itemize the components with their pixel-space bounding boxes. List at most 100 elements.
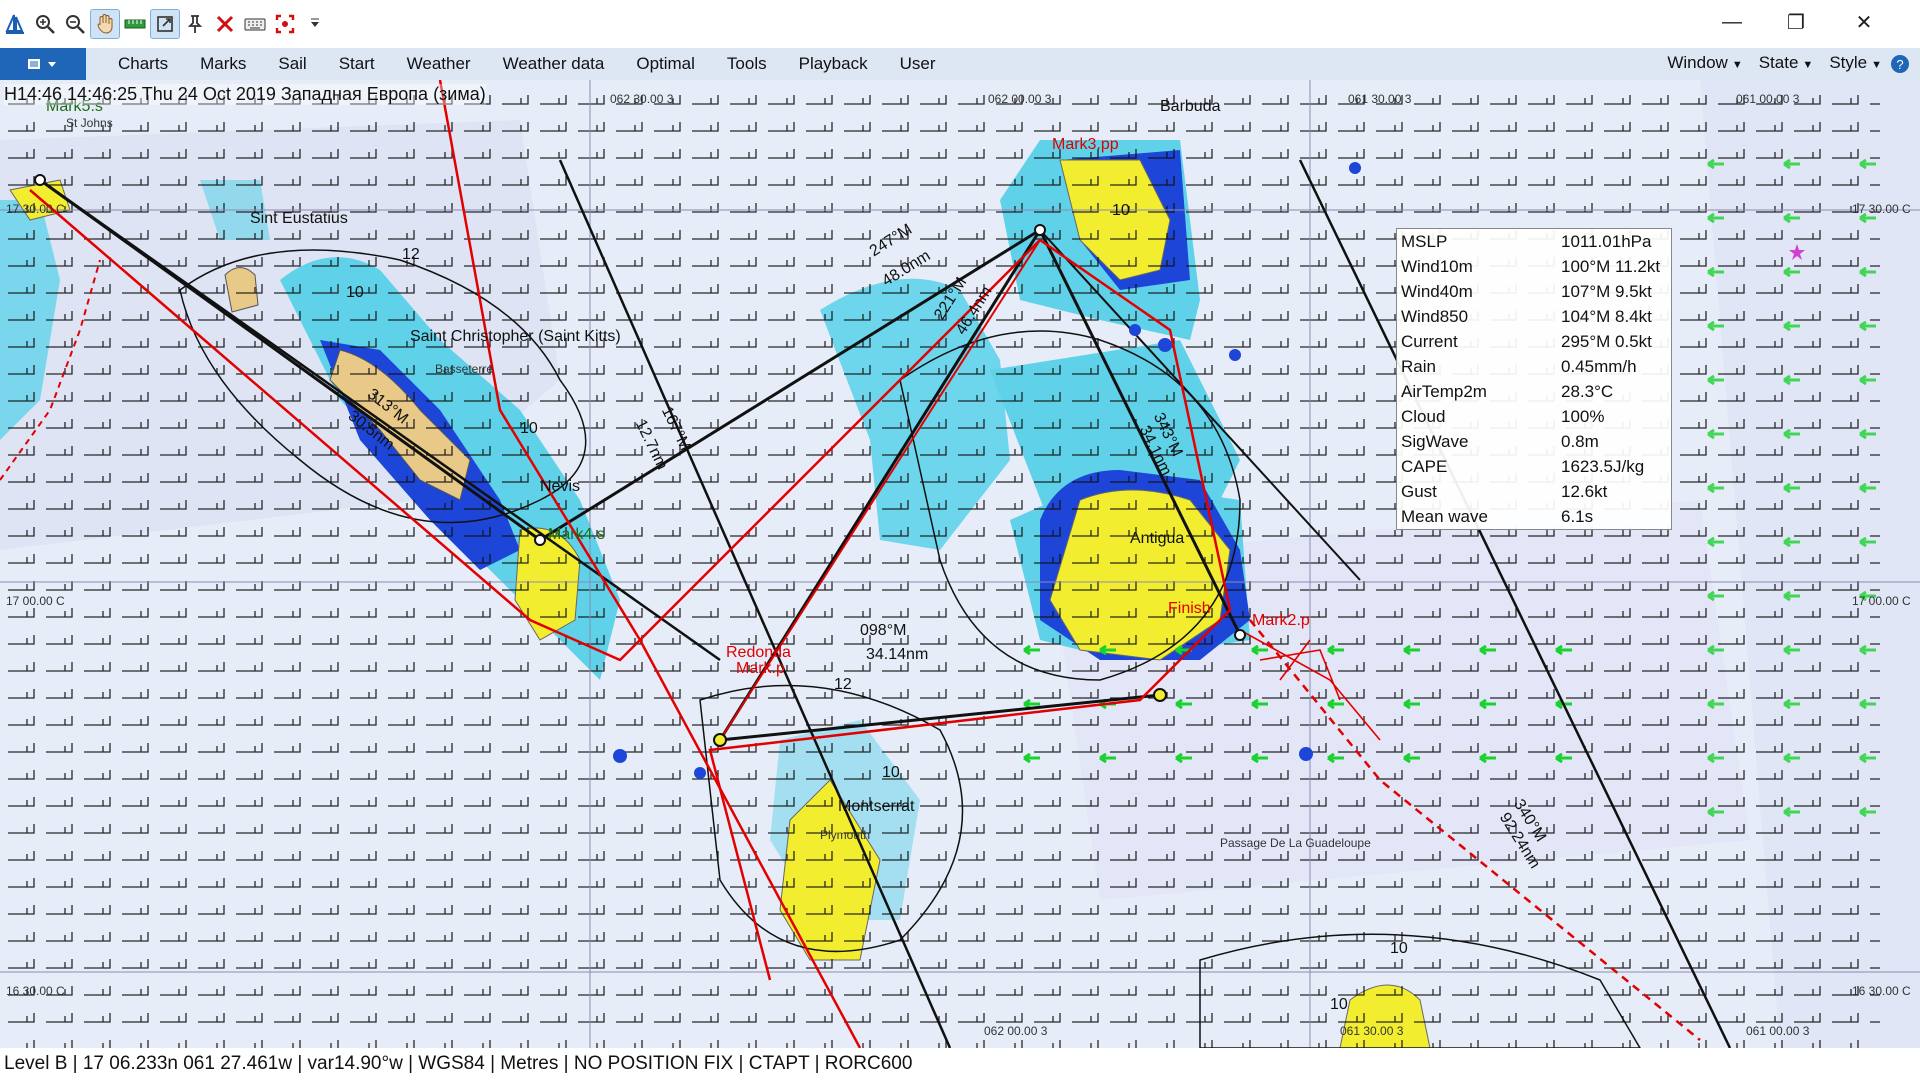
info-row: Wind850 104°M 8.4kt xyxy=(1401,306,1652,326)
current-arrows xyxy=(980,640,1580,800)
longitude-label: 062 00.00 3 xyxy=(984,1024,1048,1038)
menu-user[interactable]: User xyxy=(884,48,952,80)
info-row: Wind10m 100°M 11.2kt xyxy=(1401,256,1661,276)
mark-point-mark5[interactable] xyxy=(34,174,46,186)
basseterre-label: Basseterre xyxy=(435,362,494,376)
menu-charts[interactable]: Charts xyxy=(102,48,184,80)
isobar-label: 12 xyxy=(402,246,420,263)
close-button[interactable]: ✕ xyxy=(1840,6,1888,38)
minimize-button[interactable]: — xyxy=(1708,6,1756,38)
barbuda-label: Barbuda xyxy=(1160,98,1221,115)
nevis-label: Nevis xyxy=(540,478,581,495)
info-row: SigWave 0.8m xyxy=(1401,431,1599,451)
menu-marks[interactable]: Marks xyxy=(184,48,262,80)
mark-point-mark2[interactable] xyxy=(1234,629,1246,641)
longitude-label: 061 00.00 3 xyxy=(1746,1024,1810,1038)
app-menu-button[interactable] xyxy=(0,48,86,80)
info-row: Mean wave 6.1s xyxy=(1401,506,1594,526)
zoom-out-icon[interactable] xyxy=(61,10,89,38)
montserrat-label: Montserrat xyxy=(838,798,915,815)
info-row: AirTemp2m 28.3°C xyxy=(1401,381,1614,401)
latitude-label: 16 30.00 C xyxy=(1852,984,1911,998)
chevron-down-icon: ▼ xyxy=(1731,59,1743,71)
st-johns-label: St Johns xyxy=(66,116,113,130)
bearing-label: 098°M xyxy=(860,622,907,639)
latitude-label: 16 30.00 C xyxy=(6,984,65,998)
longitude-label: 062 30.00 3 xyxy=(610,92,674,106)
latitude-label: 17 30.00 C xyxy=(1852,202,1911,216)
longitude-label: 061 00.00 3 xyxy=(1736,92,1800,106)
antigua-label: Antigua xyxy=(1130,530,1185,547)
menu-sail[interactable]: Sail xyxy=(262,48,322,80)
delete-icon[interactable] xyxy=(211,10,239,38)
ruler-icon[interactable] xyxy=(121,10,149,38)
pan-hand-icon[interactable] xyxy=(90,9,120,39)
plymouth-label: Plymouth xyxy=(820,828,871,842)
time-header: H14:46 14:46:25 Thu 24 Oct 2019 Западная… xyxy=(4,84,486,105)
info-row: Cloud 100% xyxy=(1401,406,1605,426)
status-text: Level B | 17 06.233n 061 27.461w | var14… xyxy=(4,1053,913,1074)
status-bar: Level B | 17 06.233n 061 27.461w | var14… xyxy=(0,1048,1920,1080)
latitude-label: 17 00.00 C xyxy=(6,594,65,608)
chevron-down-icon: ▼ xyxy=(1802,59,1814,71)
chart-canvas[interactable]: Mark5.s St Johns Sint Eustatius Saint Ch… xyxy=(0,80,1920,1048)
isobar-label: 10 xyxy=(1330,996,1348,1013)
mark4-label: Mark4.s xyxy=(548,526,605,543)
restore-button[interactable]: ❐ xyxy=(1772,6,1820,38)
zoom-in-icon[interactable] xyxy=(31,10,59,38)
menu-weather-data[interactable]: Weather data xyxy=(487,48,621,80)
main-toolbar xyxy=(0,0,1920,48)
sail-logo-icon[interactable] xyxy=(1,10,29,38)
current-arrows xyxy=(1700,120,1920,820)
info-row: Rain 0.45mm/h xyxy=(1401,356,1637,376)
buoy-icon xyxy=(1349,162,1361,174)
buoy-icon xyxy=(613,749,627,763)
menu-tools[interactable]: Tools xyxy=(711,48,783,80)
longitude-label: 062 00.00 3 xyxy=(988,92,1052,106)
latitude-label: 17 00.00 C xyxy=(1852,594,1911,608)
redonda-point[interactable] xyxy=(713,733,727,747)
info-row: Current 295°M 0.5kt xyxy=(1401,331,1652,351)
mark3-label: Mark3.pp xyxy=(1052,136,1119,153)
isobar-label: 10 xyxy=(1390,940,1408,957)
buoy-icon xyxy=(1129,324,1141,336)
menu-optimal[interactable]: Optimal xyxy=(620,48,711,80)
passage-label: Passage De La Guadeloupe xyxy=(1220,836,1371,850)
isobar-label: 10 xyxy=(520,420,538,437)
menu-weather[interactable]: Weather xyxy=(391,48,487,80)
buoy-icon xyxy=(1158,338,1172,352)
latitude-label: 17 30.00 C xyxy=(6,202,65,216)
isobar-label: 10 xyxy=(882,764,900,781)
menu-playback[interactable]: Playback xyxy=(783,48,884,80)
distance-label: 34.14nm xyxy=(866,646,929,663)
info-row: Gust 12.6kt xyxy=(1401,481,1608,501)
buoy-icon xyxy=(694,767,706,779)
finish-label: Finish xyxy=(1168,600,1211,617)
mark-point-mark4[interactable] xyxy=(534,534,546,546)
dropdown-icon[interactable] xyxy=(301,10,329,38)
help-icon[interactable]: ? xyxy=(1890,54,1910,74)
menu-start[interactable]: Start xyxy=(323,48,391,80)
menu-bar: Charts Marks Sail Start Weather Weather … xyxy=(0,48,1920,80)
longitude-label: 061 30.00 3 xyxy=(1348,92,1412,106)
menu-state[interactable]: State ▼ xyxy=(1751,47,1822,81)
sint-eustatius-label: Sint Eustatius xyxy=(250,210,348,227)
info-row: CAPE 1623.5J/kg xyxy=(1401,456,1645,476)
mark2-label: Mark2.p xyxy=(1252,612,1310,629)
app-menu-icon xyxy=(28,59,56,69)
mark-point-mark3[interactable] xyxy=(1034,224,1046,236)
longitude-label: 061 30.00 3 xyxy=(1340,1024,1404,1038)
menu-window[interactable]: Window ▼ xyxy=(1659,47,1750,81)
target-icon[interactable] xyxy=(271,10,299,38)
isobar-label: 12 xyxy=(834,676,852,693)
finish-point[interactable] xyxy=(1153,688,1167,702)
keyboard-icon[interactable] xyxy=(241,10,269,38)
menu-style[interactable]: Style ▼ xyxy=(1821,47,1890,81)
pin-icon[interactable] xyxy=(181,10,209,38)
resize-icon[interactable] xyxy=(150,9,180,39)
isobar-label: 10 xyxy=(346,284,364,301)
chevron-down-icon: ▼ xyxy=(1871,59,1882,71)
svg-text:?: ? xyxy=(1896,57,1903,72)
buoy-icon xyxy=(1299,747,1313,761)
info-row: Wind40m 107°M 9.5kt xyxy=(1401,281,1652,301)
